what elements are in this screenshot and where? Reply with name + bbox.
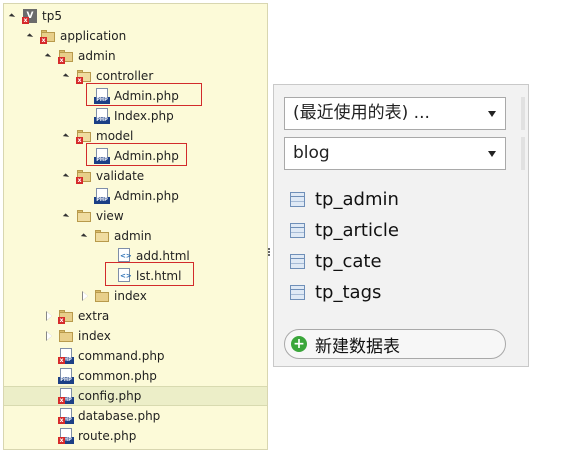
tree-label: extra (78, 309, 110, 323)
tree-row-application[interactable]: x application (4, 26, 267, 46)
tree-label: database.php (78, 409, 161, 423)
tree-row-admin[interactable]: x admin (4, 46, 267, 66)
tree-row-database-php[interactable]: PHP x database.php (4, 406, 267, 426)
project-icon: Vx (22, 8, 38, 24)
tree-row-route-php[interactable]: PHP x route.php (4, 426, 267, 446)
database-value: blog (293, 143, 330, 163)
expand-arrow-icon[interactable] (62, 71, 72, 81)
collapse-arrow-icon[interactable] (80, 291, 90, 301)
tree-label: admin (78, 49, 116, 63)
expand-arrow-icon[interactable] (44, 51, 54, 61)
expand-arrow-icon[interactable] (62, 171, 72, 181)
folder-icon: x (40, 28, 56, 44)
tree-label: application (60, 29, 127, 43)
recent-tables-value: (最近使用的表) ... (293, 103, 430, 123)
tree-row-validate[interactable]: x validate (4, 166, 267, 186)
table-name: tp_article (315, 219, 399, 241)
expand-arrow-icon[interactable] (8, 11, 18, 21)
tree-label: view (96, 209, 124, 223)
collapse-arrow-icon[interactable] (44, 331, 54, 341)
tree-row-view-index[interactable]: index (4, 286, 267, 306)
add-circle-icon: + (291, 336, 307, 352)
folder-icon: x (58, 48, 74, 64)
folder-open-icon: x (76, 128, 92, 144)
table-item-tp-tags[interactable]: tp_tags (290, 280, 381, 304)
expand-arrow-icon[interactable] (62, 131, 72, 141)
tree-label: add.html (136, 249, 190, 263)
highlight-box-model-admin (86, 143, 187, 166)
table-name: tp_admin (315, 188, 399, 210)
collapse-arrow-icon[interactable] (44, 311, 54, 321)
folder-icon: x (58, 308, 74, 324)
php-file-icon: PHP x (58, 408, 74, 424)
tree-label: validate (96, 169, 145, 183)
table-name: tp_tags (315, 281, 382, 303)
tree-label: index (114, 289, 147, 303)
table-icon (290, 253, 305, 269)
php-file-icon: PHP (58, 368, 74, 384)
tree-label: admin (114, 229, 152, 243)
tree-label: Index.php (114, 109, 174, 123)
tree-label: controller (96, 69, 154, 83)
tree-label: Admin.php (114, 189, 179, 203)
table-item-tp-cate[interactable]: tp_cate (290, 249, 382, 273)
table-icon (290, 284, 305, 300)
tree-label: command.php (78, 349, 165, 363)
tree-row-extra[interactable]: x extra (4, 306, 267, 326)
tree-row-tp5[interactable]: Vx tp5 (4, 6, 267, 26)
tree-row-index-php[interactable]: PHP Index.php (4, 106, 267, 126)
table-item-tp-article[interactable]: tp_article (290, 218, 399, 242)
dropdown-arrow-icon (488, 151, 496, 157)
database-panel: (最近使用的表) ... blog tp_admin tp_article tp… (273, 84, 529, 367)
php-file-icon: PHP x (58, 348, 74, 364)
tree-label: index (78, 329, 111, 343)
folder-icon (94, 288, 110, 304)
project-tree: Vx tp5 x application x admin x controlle… (3, 3, 268, 450)
tree-row-command-php[interactable]: PHP x command.php (4, 346, 267, 366)
folder-icon (58, 328, 74, 344)
tree-row-view[interactable]: view (4, 206, 267, 226)
expand-arrow-icon[interactable] (80, 231, 90, 241)
splitter-handle[interactable] (267, 247, 271, 259)
folder-open-icon (76, 208, 92, 224)
php-file-icon: PHP x (58, 428, 74, 444)
table-icon (290, 222, 305, 238)
tree-label: config.php (78, 389, 142, 403)
folder-icon: x (76, 168, 92, 184)
php-file-icon: PHP (94, 188, 110, 204)
tree-label: model (96, 129, 134, 143)
database-select[interactable]: blog (284, 137, 506, 170)
php-file-icon: PHP x (58, 388, 74, 404)
expand-arrow-icon[interactable] (26, 31, 36, 41)
expand-arrow-icon[interactable] (62, 211, 72, 221)
tree-row-validate-admin-php[interactable]: PHP Admin.php (4, 186, 267, 206)
tree-label: common.php (78, 369, 157, 383)
dropdown-arrow-icon (488, 111, 496, 117)
new-table-button[interactable]: + 新建数据表 (284, 329, 506, 359)
tree-row-index[interactable]: index (4, 326, 267, 346)
tree-label: route.php (78, 429, 137, 443)
folder-open-icon (94, 228, 110, 244)
tree-row-common-php[interactable]: PHP common.php (4, 366, 267, 386)
tree-row-view-admin[interactable]: admin (4, 226, 267, 246)
highlight-box-lst-html (105, 262, 194, 286)
recent-tables-select[interactable]: (最近使用的表) ... (284, 97, 506, 130)
folder-open-icon: x (76, 68, 92, 84)
table-name: tp_cate (315, 250, 382, 272)
new-table-label: 新建数据表 (315, 336, 400, 357)
highlight-box-controller-admin (86, 83, 202, 106)
table-item-tp-admin[interactable]: tp_admin (290, 187, 399, 211)
tree-label: tp5 (42, 9, 62, 23)
php-file-icon: PHP (94, 108, 110, 124)
tree-row-config-php[interactable]: PHP x config.php (4, 386, 267, 406)
table-icon (290, 191, 305, 207)
